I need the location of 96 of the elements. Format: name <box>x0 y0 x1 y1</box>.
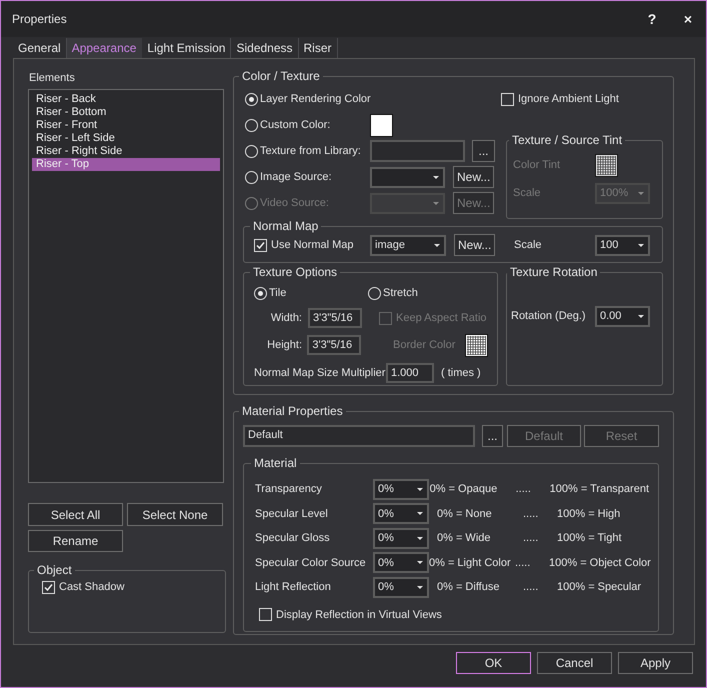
range-high-label: 100% = Transparent <box>550 482 649 498</box>
radio-option[interactable]: Texture from Library: <box>245 144 370 158</box>
range-high-label: 100% = Object Color <box>549 556 651 571</box>
group-title: Texture Options <box>252 265 338 279</box>
text-field[interactable]: 1.000 <box>386 362 434 382</box>
caret-icon <box>417 488 423 491</box>
checkbox-option[interactable]: Use Normal Map <box>254 238 354 252</box>
radio-option[interactable]: Image Source: <box>245 170 370 184</box>
text-field[interactable] <box>370 140 465 162</box>
list-item[interactable]: Riser - Back <box>32 93 220 106</box>
list-item[interactable]: Riser - Front <box>32 119 220 132</box>
range-low-label: 0% = Light Color <box>429 556 512 571</box>
new-button[interactable]: New... <box>453 166 494 188</box>
field-label: Specular Gloss <box>255 531 331 546</box>
caret-icon <box>434 244 440 246</box>
action-button[interactable]: Select All <box>28 503 123 526</box>
color-swatch[interactable] <box>370 114 393 136</box>
field-label: Height: <box>266 338 302 353</box>
dot-leader: ..... <box>516 482 532 498</box>
field-label: Specular Color Source <box>255 556 367 571</box>
list-item[interactable]: Riser - Right Side <box>32 145 220 158</box>
field-label: Normal Map Size Multiplier <box>254 366 386 380</box>
field-label: Scale <box>513 186 542 201</box>
dropdown[interactable] <box>370 166 445 188</box>
dot-leader: ..... <box>523 580 540 596</box>
radio-option[interactable]: Layer Rendering Color <box>245 92 370 106</box>
list-label: Elements <box>28 71 76 86</box>
action-button[interactable]: Select None <box>127 503 223 526</box>
field-label: Specular Level <box>255 506 329 522</box>
caret-icon <box>638 314 644 318</box>
caret-icon <box>417 536 423 540</box>
browse-button[interactable]: ... <box>472 140 495 162</box>
text-field[interactable]: 3'3"5/16 <box>308 308 362 328</box>
group-title: Object <box>36 563 73 577</box>
field-label: Scale <box>514 238 543 253</box>
range-high-label: 100% = Specular <box>557 580 642 596</box>
range-low-label: 0% = Wide <box>437 531 492 546</box>
dropdown[interactable]: 0% <box>373 552 429 574</box>
caret-icon <box>638 244 644 246</box>
range-low-label: 0% = None <box>437 506 493 522</box>
help-button[interactable]: ? <box>634 1 670 37</box>
dialog-button[interactable]: Apply <box>618 652 693 674</box>
group-title: Color / Texture <box>241 69 321 83</box>
text-field[interactable]: 3'3"5/16 <box>307 335 362 355</box>
group-title: Material Properties <box>241 404 344 418</box>
group-title: Texture / Source Tint <box>511 133 624 147</box>
field-label: Light Reflection <box>255 580 332 596</box>
field-label: Width: <box>270 311 302 326</box>
caret-icon <box>417 561 423 564</box>
checkbox-option[interactable]: Cast Shadow <box>42 580 124 594</box>
radio-option[interactable]: Tile <box>254 286 368 300</box>
checkbox-option[interactable]: Display Reflection in Virtual Views <box>259 608 442 621</box>
group-title: Texture Rotation <box>509 265 598 279</box>
caret-icon <box>417 586 423 589</box>
range-low-label: 0% = Opaque <box>430 482 498 498</box>
list-item[interactable]: Riser - Top <box>32 158 220 171</box>
dropdown[interactable]: 100 <box>595 234 650 256</box>
radio-option[interactable]: Stretch <box>368 286 418 300</box>
browse-button[interactable]: ... <box>482 425 503 447</box>
action-button[interactable]: Rename <box>28 530 123 552</box>
caret-icon <box>433 176 439 178</box>
new-button[interactable]: New... <box>454 234 495 256</box>
caret-icon <box>417 512 423 516</box>
list-item[interactable]: Riser - Left Side <box>32 132 220 145</box>
radio-option[interactable]: Custom Color: <box>245 118 370 132</box>
window-title: Properties <box>12 12 68 26</box>
caret-icon <box>638 192 644 194</box>
field-label: Color Tint <box>513 158 562 173</box>
field-label: Border Color <box>393 338 456 353</box>
range-high-label: 100% = High <box>557 506 620 522</box>
dropdown[interactable]: 0% <box>373 478 429 500</box>
grid-swatch[interactable] <box>595 154 618 176</box>
field-label: Transparency <box>255 482 323 498</box>
dropdown[interactable]: 0% <box>373 528 429 549</box>
group-title: Material <box>253 456 298 470</box>
dropdown[interactable]: image <box>370 234 446 256</box>
dialog-button[interactable]: OK <box>456 652 531 674</box>
dropdown[interactable]: 0% <box>373 576 429 598</box>
dropdown[interactable]: 0% <box>373 503 429 524</box>
dialog-button[interactable]: Cancel <box>537 652 612 674</box>
grid-swatch[interactable] <box>465 334 488 356</box>
range-low-label: 0% = Diffuse <box>437 580 500 596</box>
dot-leader: ..... <box>515 556 532 571</box>
group-title: Normal Map <box>252 219 320 233</box>
range-high-label: 100% = Tight <box>557 531 622 546</box>
dot-leader: ..... <box>523 531 540 546</box>
caret-icon <box>433 202 439 204</box>
tab[interactable]: Appearance <box>66 38 142 58</box>
dot-leader: ..... <box>523 506 540 522</box>
close-button[interactable]: × <box>670 1 706 37</box>
field-label: Rotation (Deg.) <box>511 309 587 324</box>
list-item[interactable]: Riser - Bottom <box>32 106 220 119</box>
text-field[interactable]: Default <box>243 425 475 447</box>
checkbox-option[interactable]: Ignore Ambient Light <box>501 92 619 106</box>
unit-label: ( times ) <box>441 366 481 380</box>
dropdown[interactable]: 0.00 <box>595 306 650 326</box>
